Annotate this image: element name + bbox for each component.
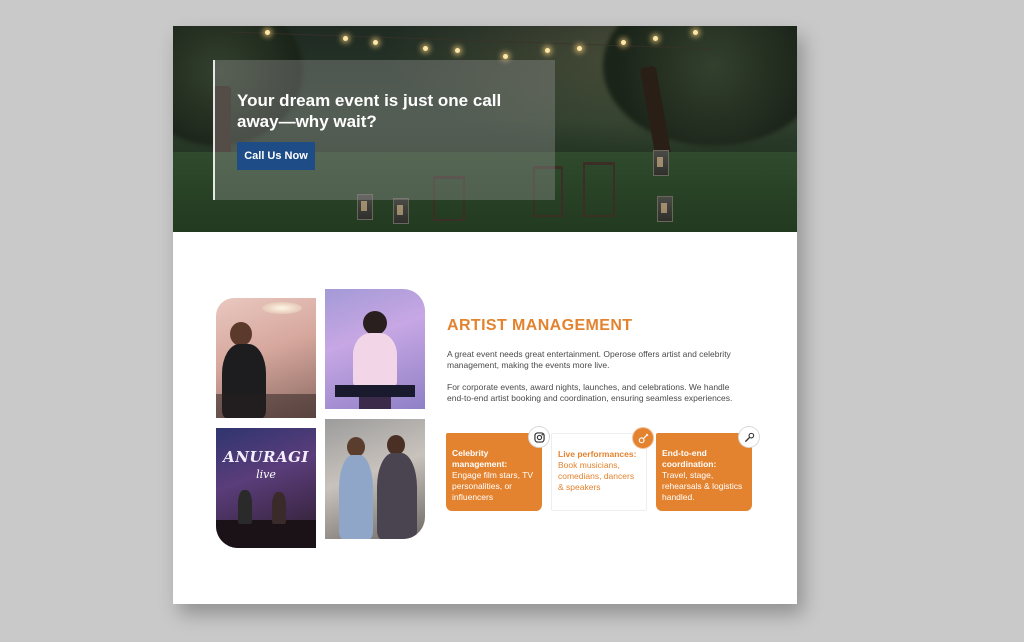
celebrity-management-card: Celebrity management: Engage film stars,… bbox=[446, 427, 549, 511]
hero-headline: Your dream event is just one call away—w… bbox=[237, 91, 502, 131]
photo-person-head bbox=[230, 322, 252, 346]
card-title: Celebrity management: bbox=[452, 448, 508, 469]
end-to-end-coordination-card: End-to-end coordination: Travel, stage, … bbox=[656, 427, 759, 511]
card-description: Book musicians, comedians, dancers & spe… bbox=[558, 460, 635, 492]
live-show-photo: ANURAGI live bbox=[216, 428, 316, 548]
photo-person-head bbox=[363, 311, 387, 335]
string-light-bulb bbox=[423, 46, 428, 51]
hero-chair bbox=[583, 162, 615, 217]
live-performances-card: Live performances: Book musicians, comed… bbox=[551, 428, 653, 511]
photo-keyboard bbox=[335, 385, 415, 397]
string-light-bulb bbox=[265, 30, 270, 35]
photo-performer bbox=[272, 492, 286, 524]
card-description: Engage film stars, TV personalities, or … bbox=[452, 470, 534, 502]
instagram-icon bbox=[529, 427, 549, 447]
card-title: End-to-end coordination: bbox=[662, 448, 717, 469]
call-us-now-button[interactable]: Call Us Now bbox=[237, 142, 315, 170]
card-description: Travel, stage, rehearsals & logistics ha… bbox=[662, 470, 743, 502]
hero-tree bbox=[603, 26, 797, 146]
lantern-icon bbox=[657, 196, 673, 222]
page-canvas: Your dream event is just one call away—w… bbox=[173, 26, 797, 604]
string-light-bulb bbox=[503, 54, 508, 59]
section-paragraph-1: A great event needs great entertainment.… bbox=[447, 349, 731, 370]
string-light-bulb bbox=[621, 40, 626, 45]
section-title: ARTIST MANAGEMENT bbox=[447, 317, 633, 334]
string-light-bulb bbox=[545, 48, 550, 53]
card-title: Live performances: bbox=[558, 449, 637, 459]
photo-performer bbox=[238, 490, 252, 524]
string-light-bulb bbox=[693, 30, 698, 35]
photo-person-legs bbox=[359, 397, 391, 409]
string-light-bulb bbox=[455, 48, 460, 53]
string-light-bulb bbox=[577, 46, 582, 51]
hero-overlay-box: Your dream event is just one call away—w… bbox=[213, 60, 555, 200]
section-paragraph-2: For corporate events, award nights, laun… bbox=[447, 382, 733, 403]
string-light-bulb bbox=[373, 40, 378, 45]
photo-audience bbox=[216, 394, 316, 418]
lantern-icon bbox=[653, 150, 669, 176]
event-sub-text: live bbox=[256, 468, 276, 481]
singer-photo bbox=[325, 289, 425, 409]
microphone-icon bbox=[739, 427, 759, 447]
guests-photo bbox=[325, 419, 425, 539]
speaker-photo bbox=[216, 298, 316, 418]
chandelier bbox=[262, 302, 302, 314]
photo-person-body bbox=[339, 455, 373, 539]
photo-person-body bbox=[353, 333, 397, 387]
lantern-icon bbox=[393, 198, 409, 224]
hero-banner: Your dream event is just one call away—w… bbox=[173, 26, 797, 232]
string-light-bulb bbox=[343, 36, 348, 41]
photo-person-head bbox=[347, 437, 365, 457]
photo-person-head bbox=[387, 435, 405, 455]
photo-stage bbox=[216, 520, 316, 548]
guitar-icon bbox=[633, 428, 653, 448]
photo-person-body bbox=[377, 453, 417, 539]
string-light-bulb bbox=[653, 36, 658, 41]
event-title-text: ANURAGI bbox=[223, 448, 309, 466]
